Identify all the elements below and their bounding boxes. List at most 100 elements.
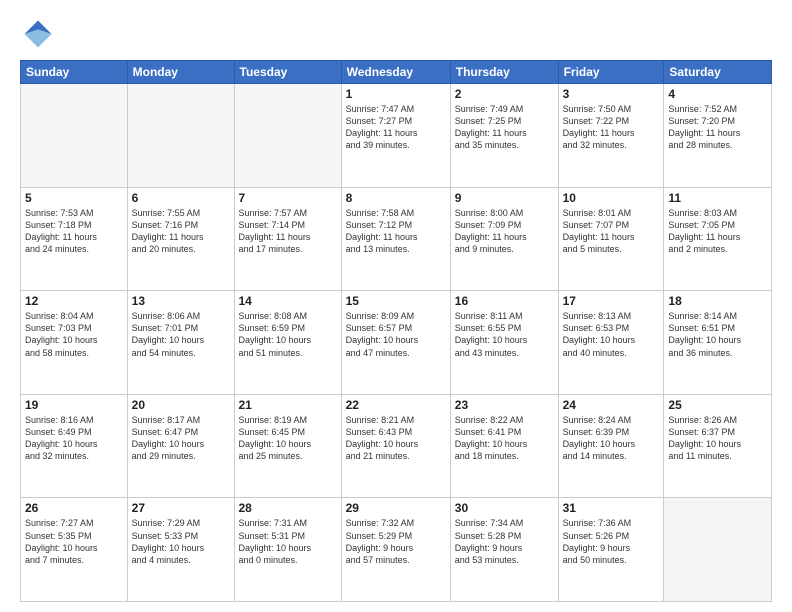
logo bbox=[20, 16, 60, 52]
day-info: Sunrise: 8:04 AMSunset: 7:03 PMDaylight:… bbox=[25, 310, 123, 359]
day-cell: 31 Sunrise: 7:36 AMSunset: 5:26 PMDayligh… bbox=[558, 498, 664, 602]
day-cell: 17Sunrise: 8:13 AMSunset: 6:53 PMDayligh… bbox=[558, 291, 664, 395]
day-cell bbox=[664, 498, 772, 602]
day-number: 28 bbox=[239, 501, 337, 515]
day-number: 13 bbox=[132, 294, 230, 308]
day-number: 11 bbox=[668, 191, 767, 205]
day-cell: 15 Sunrise: 8:09 AMSunset: 6:57 PMDayligh… bbox=[341, 291, 450, 395]
logo-icon bbox=[20, 16, 56, 52]
day-info: Sunrise: 8:22 AMSunset: 6:41 PMDaylight:… bbox=[455, 414, 554, 463]
day-cell: 27 Sunrise: 7:29 AMSunset: 5:33 PMDayligh… bbox=[127, 498, 234, 602]
day-number: 27 bbox=[132, 501, 230, 515]
weekday-header-monday: Monday bbox=[127, 61, 234, 84]
day-number: 1 bbox=[346, 87, 446, 101]
day-cell: 30 Sunrise: 7:34 AMSunset: 5:28 PMDayligh… bbox=[450, 498, 558, 602]
weekday-header-wednesday: Wednesday bbox=[341, 61, 450, 84]
day-info: Sunrise: 8:21 AMSunset: 6:43 PMDaylight:… bbox=[346, 414, 446, 463]
day-number: 2 bbox=[455, 87, 554, 101]
page: SundayMondayTuesdayWednesdayThursdayFrid… bbox=[0, 0, 792, 612]
day-number: 17 bbox=[563, 294, 660, 308]
day-number: 10 bbox=[563, 191, 660, 205]
day-cell: 8 Sunrise: 7:58 AMSunset: 7:12 PMDaylight… bbox=[341, 187, 450, 291]
day-info: Sunrise: 8:08 AMSunset: 6:59 PMDaylight:… bbox=[239, 310, 337, 359]
day-info: Sunrise: 7:52 AMSunset: 7:20 PMDaylight:… bbox=[668, 103, 767, 152]
day-info: Sunrise: 7:57 AMSunset: 7:14 PMDaylight:… bbox=[239, 207, 337, 256]
day-info: Sunrise: 7:29 AMSunset: 5:33 PMDaylight:… bbox=[132, 517, 230, 566]
day-number: 18 bbox=[668, 294, 767, 308]
day-number: 21 bbox=[239, 398, 337, 412]
day-info: Sunrise: 8:06 AMSunset: 7:01 PMDaylight:… bbox=[132, 310, 230, 359]
day-cell: 20 Sunrise: 8:17 AMSunset: 6:47 PMDayligh… bbox=[127, 394, 234, 498]
day-number: 31 bbox=[563, 501, 660, 515]
day-number: 16 bbox=[455, 294, 554, 308]
day-info: Sunrise: 8:01 AMSunset: 7:07 PMDaylight:… bbox=[563, 207, 660, 256]
day-info: Sunrise: 8:19 AMSunset: 6:45 PMDaylight:… bbox=[239, 414, 337, 463]
day-info: Sunrise: 7:31 AMSunset: 5:31 PMDaylight:… bbox=[239, 517, 337, 566]
day-number: 25 bbox=[668, 398, 767, 412]
week-row-3: 12 Sunrise: 8:04 AMSunset: 7:03 PMDayligh… bbox=[21, 291, 772, 395]
day-number: 22 bbox=[346, 398, 446, 412]
day-number: 9 bbox=[455, 191, 554, 205]
day-number: 5 bbox=[25, 191, 123, 205]
day-cell: 3 Sunrise: 7:50 AMSunset: 7:22 PMDaylight… bbox=[558, 84, 664, 188]
day-cell: 29Sunrise: 7:32 AMSunset: 5:29 PMDayligh… bbox=[341, 498, 450, 602]
day-info: Sunrise: 8:09 AMSunset: 6:57 PMDaylight:… bbox=[346, 310, 446, 359]
day-cell: 21 Sunrise: 8:19 AMSunset: 6:45 PMDayligh… bbox=[234, 394, 341, 498]
day-info: Sunrise: 8:16 AMSunset: 6:49 PMDaylight:… bbox=[25, 414, 123, 463]
day-cell: 11Sunrise: 8:03 AMSunset: 7:05 PMDayligh… bbox=[664, 187, 772, 291]
day-cell bbox=[234, 84, 341, 188]
day-info: Sunrise: 7:53 AMSunset: 7:18 PMDaylight:… bbox=[25, 207, 123, 256]
day-number: 20 bbox=[132, 398, 230, 412]
day-info: Sunrise: 8:14 AMSunset: 6:51 PMDaylight:… bbox=[668, 310, 767, 359]
day-cell: 16Sunrise: 8:11 AMSunset: 6:55 PMDayligh… bbox=[450, 291, 558, 395]
day-info: Sunrise: 7:55 AMSunset: 7:16 PMDaylight:… bbox=[132, 207, 230, 256]
day-cell: 4 Sunrise: 7:52 AMSunset: 7:20 PMDaylight… bbox=[664, 84, 772, 188]
day-number: 30 bbox=[455, 501, 554, 515]
day-number: 14 bbox=[239, 294, 337, 308]
day-info: Sunrise: 8:24 AMSunset: 6:39 PMDaylight:… bbox=[563, 414, 660, 463]
header bbox=[20, 16, 772, 52]
day-number: 29 bbox=[346, 501, 446, 515]
day-cell: 12 Sunrise: 8:04 AMSunset: 7:03 PMDayligh… bbox=[21, 291, 128, 395]
day-cell: 22 Sunrise: 8:21 AMSunset: 6:43 PMDayligh… bbox=[341, 394, 450, 498]
weekday-header-friday: Friday bbox=[558, 61, 664, 84]
day-cell bbox=[127, 84, 234, 188]
day-number: 24 bbox=[563, 398, 660, 412]
week-row-1: 1 Sunrise: 7:47 AMSunset: 7:27 PMDaylight… bbox=[21, 84, 772, 188]
week-row-2: 5 Sunrise: 7:53 AMSunset: 7:18 PMDaylight… bbox=[21, 187, 772, 291]
day-number: 7 bbox=[239, 191, 337, 205]
day-cell: 1 Sunrise: 7:47 AMSunset: 7:27 PMDaylight… bbox=[341, 84, 450, 188]
day-number: 12 bbox=[25, 294, 123, 308]
day-cell: 13 Sunrise: 8:06 AMSunset: 7:01 PMDayligh… bbox=[127, 291, 234, 395]
day-info: Sunrise: 7:58 AMSunset: 7:12 PMDaylight:… bbox=[346, 207, 446, 256]
day-number: 3 bbox=[563, 87, 660, 101]
day-info: Sunrise: 7:27 AMSunset: 5:35 PMDaylight:… bbox=[25, 517, 123, 566]
weekday-header-tuesday: Tuesday bbox=[234, 61, 341, 84]
weekday-header-thursday: Thursday bbox=[450, 61, 558, 84]
day-number: 15 bbox=[346, 294, 446, 308]
day-number: 4 bbox=[668, 87, 767, 101]
day-info: Sunrise: 7:49 AMSunset: 7:25 PMDaylight:… bbox=[455, 103, 554, 152]
week-row-4: 19 Sunrise: 8:16 AMSunset: 6:49 PMDayligh… bbox=[21, 394, 772, 498]
day-info: Sunrise: 8:00 AMSunset: 7:09 PMDaylight:… bbox=[455, 207, 554, 256]
day-info: Sunrise: 8:26 AMSunset: 6:37 PMDaylight:… bbox=[668, 414, 767, 463]
day-info: Sunrise: 7:50 AMSunset: 7:22 PMDaylight:… bbox=[563, 103, 660, 152]
day-number: 6 bbox=[132, 191, 230, 205]
day-info: Sunrise: 8:17 AMSunset: 6:47 PMDaylight:… bbox=[132, 414, 230, 463]
day-cell: 19 Sunrise: 8:16 AMSunset: 6:49 PMDayligh… bbox=[21, 394, 128, 498]
day-info: Sunrise: 7:36 AMSunset: 5:26 PMDaylight:… bbox=[563, 517, 660, 566]
day-info: Sunrise: 7:34 AMSunset: 5:28 PMDaylight:… bbox=[455, 517, 554, 566]
day-cell: 23Sunrise: 8:22 AMSunset: 6:41 PMDayligh… bbox=[450, 394, 558, 498]
day-number: 26 bbox=[25, 501, 123, 515]
day-cell: 6 Sunrise: 7:55 AMSunset: 7:16 PMDaylight… bbox=[127, 187, 234, 291]
day-cell: 7 Sunrise: 7:57 AMSunset: 7:14 PMDaylight… bbox=[234, 187, 341, 291]
day-cell: 26 Sunrise: 7:27 AMSunset: 5:35 PMDayligh… bbox=[21, 498, 128, 602]
day-cell: 9 Sunrise: 8:00 AMSunset: 7:09 PMDaylight… bbox=[450, 187, 558, 291]
day-cell: 2 Sunrise: 7:49 AMSunset: 7:25 PMDaylight… bbox=[450, 84, 558, 188]
week-row-5: 26 Sunrise: 7:27 AMSunset: 5:35 PMDayligh… bbox=[21, 498, 772, 602]
day-info: Sunrise: 7:47 AMSunset: 7:27 PMDaylight:… bbox=[346, 103, 446, 152]
calendar-table: SundayMondayTuesdayWednesdayThursdayFrid… bbox=[20, 60, 772, 602]
day-number: 8 bbox=[346, 191, 446, 205]
day-number: 19 bbox=[25, 398, 123, 412]
day-cell: 24 Sunrise: 8:24 AMSunset: 6:39 PMDayligh… bbox=[558, 394, 664, 498]
